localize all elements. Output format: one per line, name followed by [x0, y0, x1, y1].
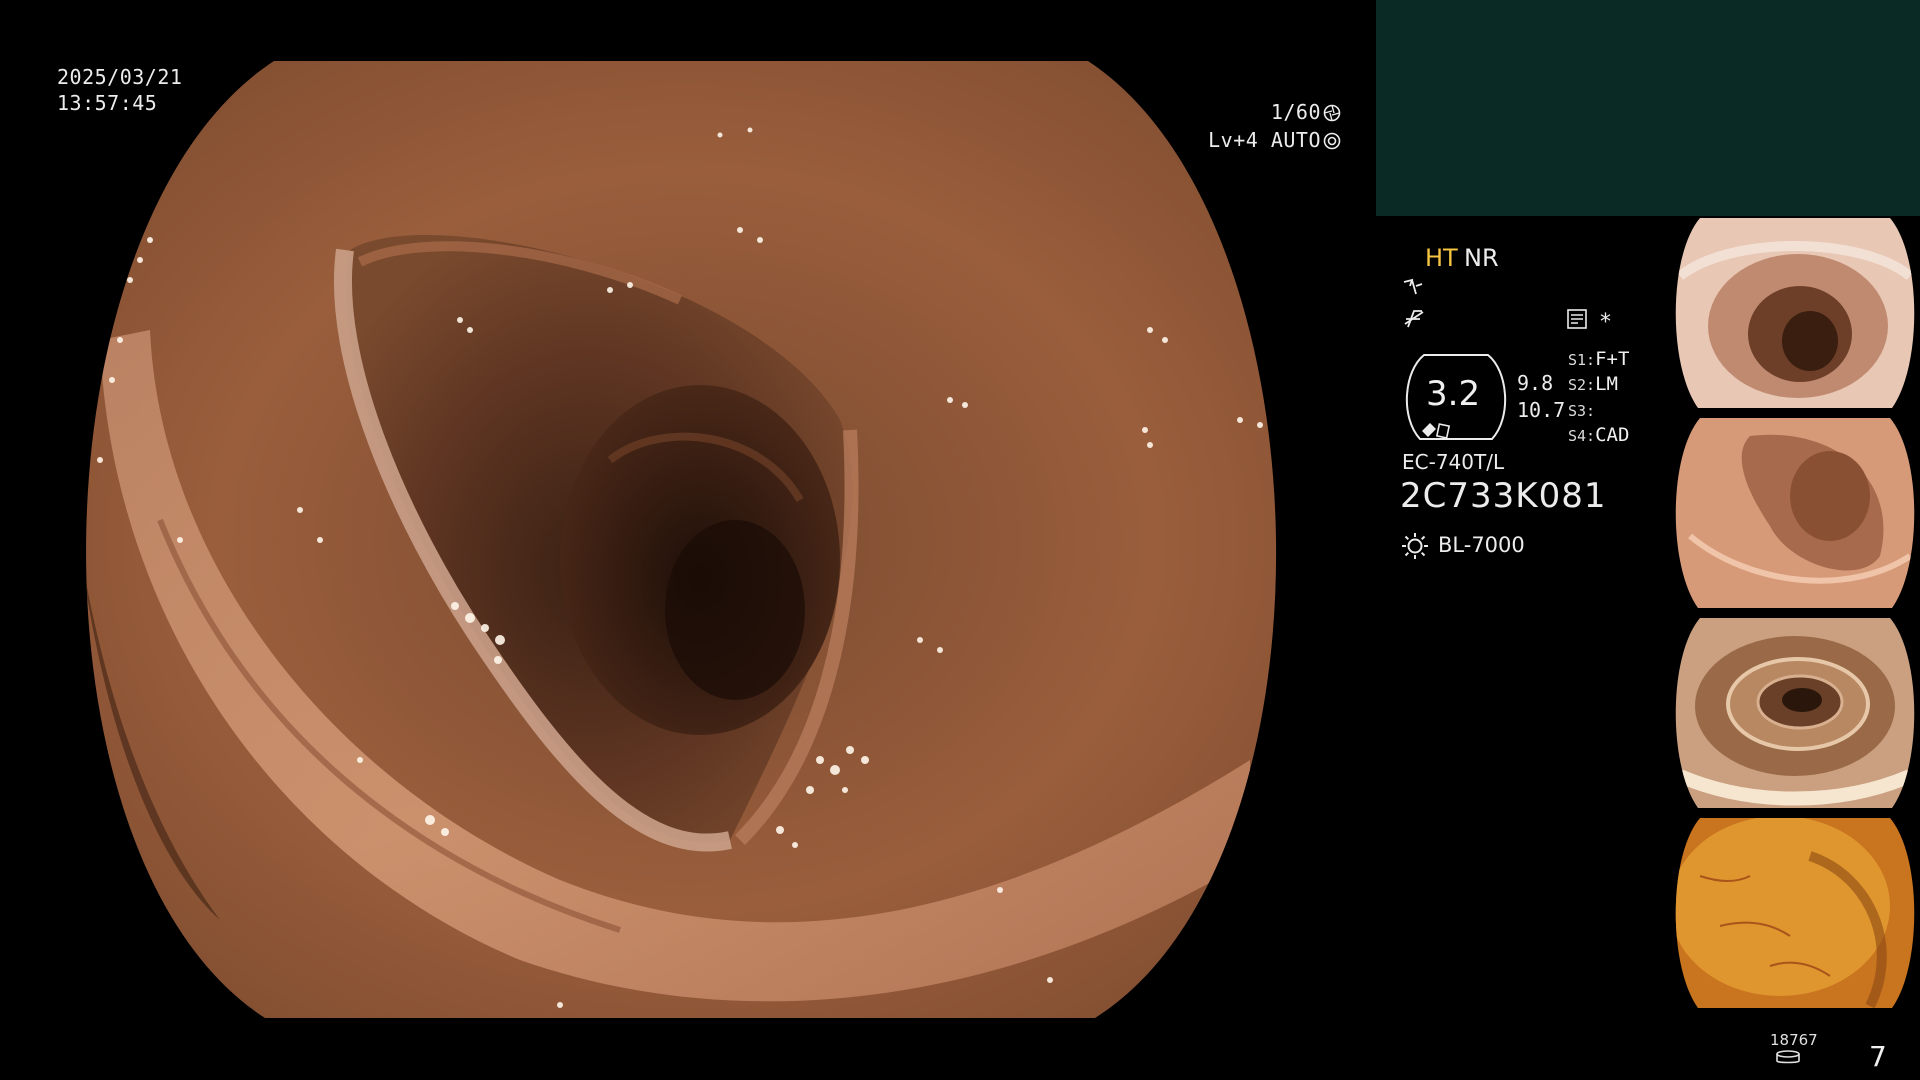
mode-nr-label: NR: [1464, 244, 1499, 272]
iris-icon: [1323, 132, 1341, 150]
page-number: 7: [1869, 1040, 1887, 1073]
endoscope-main-view: 2025/03/21 13:57:45 1/60 Lv+4 AUTO: [0, 0, 1372, 1080]
mode-ht-label: HT: [1425, 244, 1458, 272]
star-icon: *: [1600, 310, 1611, 335]
switch-s1: S1:F+T: [1568, 348, 1629, 370]
switch-value: CAD: [1595, 424, 1630, 446]
switch-key: S4:: [1568, 427, 1596, 445]
osd-date: 2025/03/21: [57, 65, 183, 89]
thumbnail-image: [1675, 618, 1915, 808]
switch-s2: S2:LM: [1568, 373, 1618, 395]
thumbnail-image: [1675, 418, 1915, 608]
switch-key: S3:: [1568, 402, 1596, 420]
osd-shutter-speed: 1/60: [1271, 99, 1341, 126]
capture-thumbnail-4[interactable]: [1670, 816, 1920, 1010]
osd-shutter-value: 1/60: [1270, 100, 1321, 124]
focus-marker-icon: [1422, 423, 1436, 437]
switch-value: LM: [1595, 373, 1618, 395]
switch-s3: S3:: [1568, 399, 1595, 421]
status-panel: HT NR * 3.2 9.8 10.7 S1:F+T S2:LM S3: S4…: [1372, 0, 1920, 1080]
scope-model: EC-740T/L: [1402, 450, 1505, 474]
memo-icon: [1567, 309, 1587, 329]
aperture-icon: [1323, 104, 1341, 122]
panel-header-block: [1376, 0, 1920, 216]
zoom-lower-value: 10.7: [1517, 398, 1566, 422]
zoom-value: 3.2: [1426, 374, 1481, 414]
capture-thumbnail-1[interactable]: [1670, 216, 1920, 410]
light-source-icon: [1402, 533, 1428, 559]
osd-time: 13:57:45: [57, 91, 158, 115]
switch-key: S1:: [1568, 351, 1596, 369]
freeze-f-icon: [1404, 310, 1424, 328]
storage-icon: [1776, 1050, 1800, 1064]
record-counter: 18767: [1770, 1031, 1818, 1049]
structure-enhance-icon: [1403, 278, 1423, 295]
scope-serial: 2C733K081: [1400, 476, 1607, 516]
thumbnail-image: [1675, 218, 1915, 408]
switch-key: S2:: [1568, 376, 1596, 394]
thumbnail-image: [1675, 818, 1915, 1008]
switch-value: F+T: [1595, 348, 1630, 370]
osd-brightness-level: Lv+4 AUTO: [1208, 127, 1341, 154]
light-source-model: BL-7000: [1438, 533, 1525, 557]
osd-level-value: Lv+4 AUTO: [1208, 128, 1321, 152]
zoom-upper-value: 9.8: [1517, 371, 1554, 395]
endoscope-image: [86, 61, 1277, 1018]
capture-thumbnail-3[interactable]: [1670, 616, 1920, 810]
switch-s4: S4:CAD: [1568, 424, 1629, 446]
capture-thumbnail-2[interactable]: [1670, 416, 1920, 610]
